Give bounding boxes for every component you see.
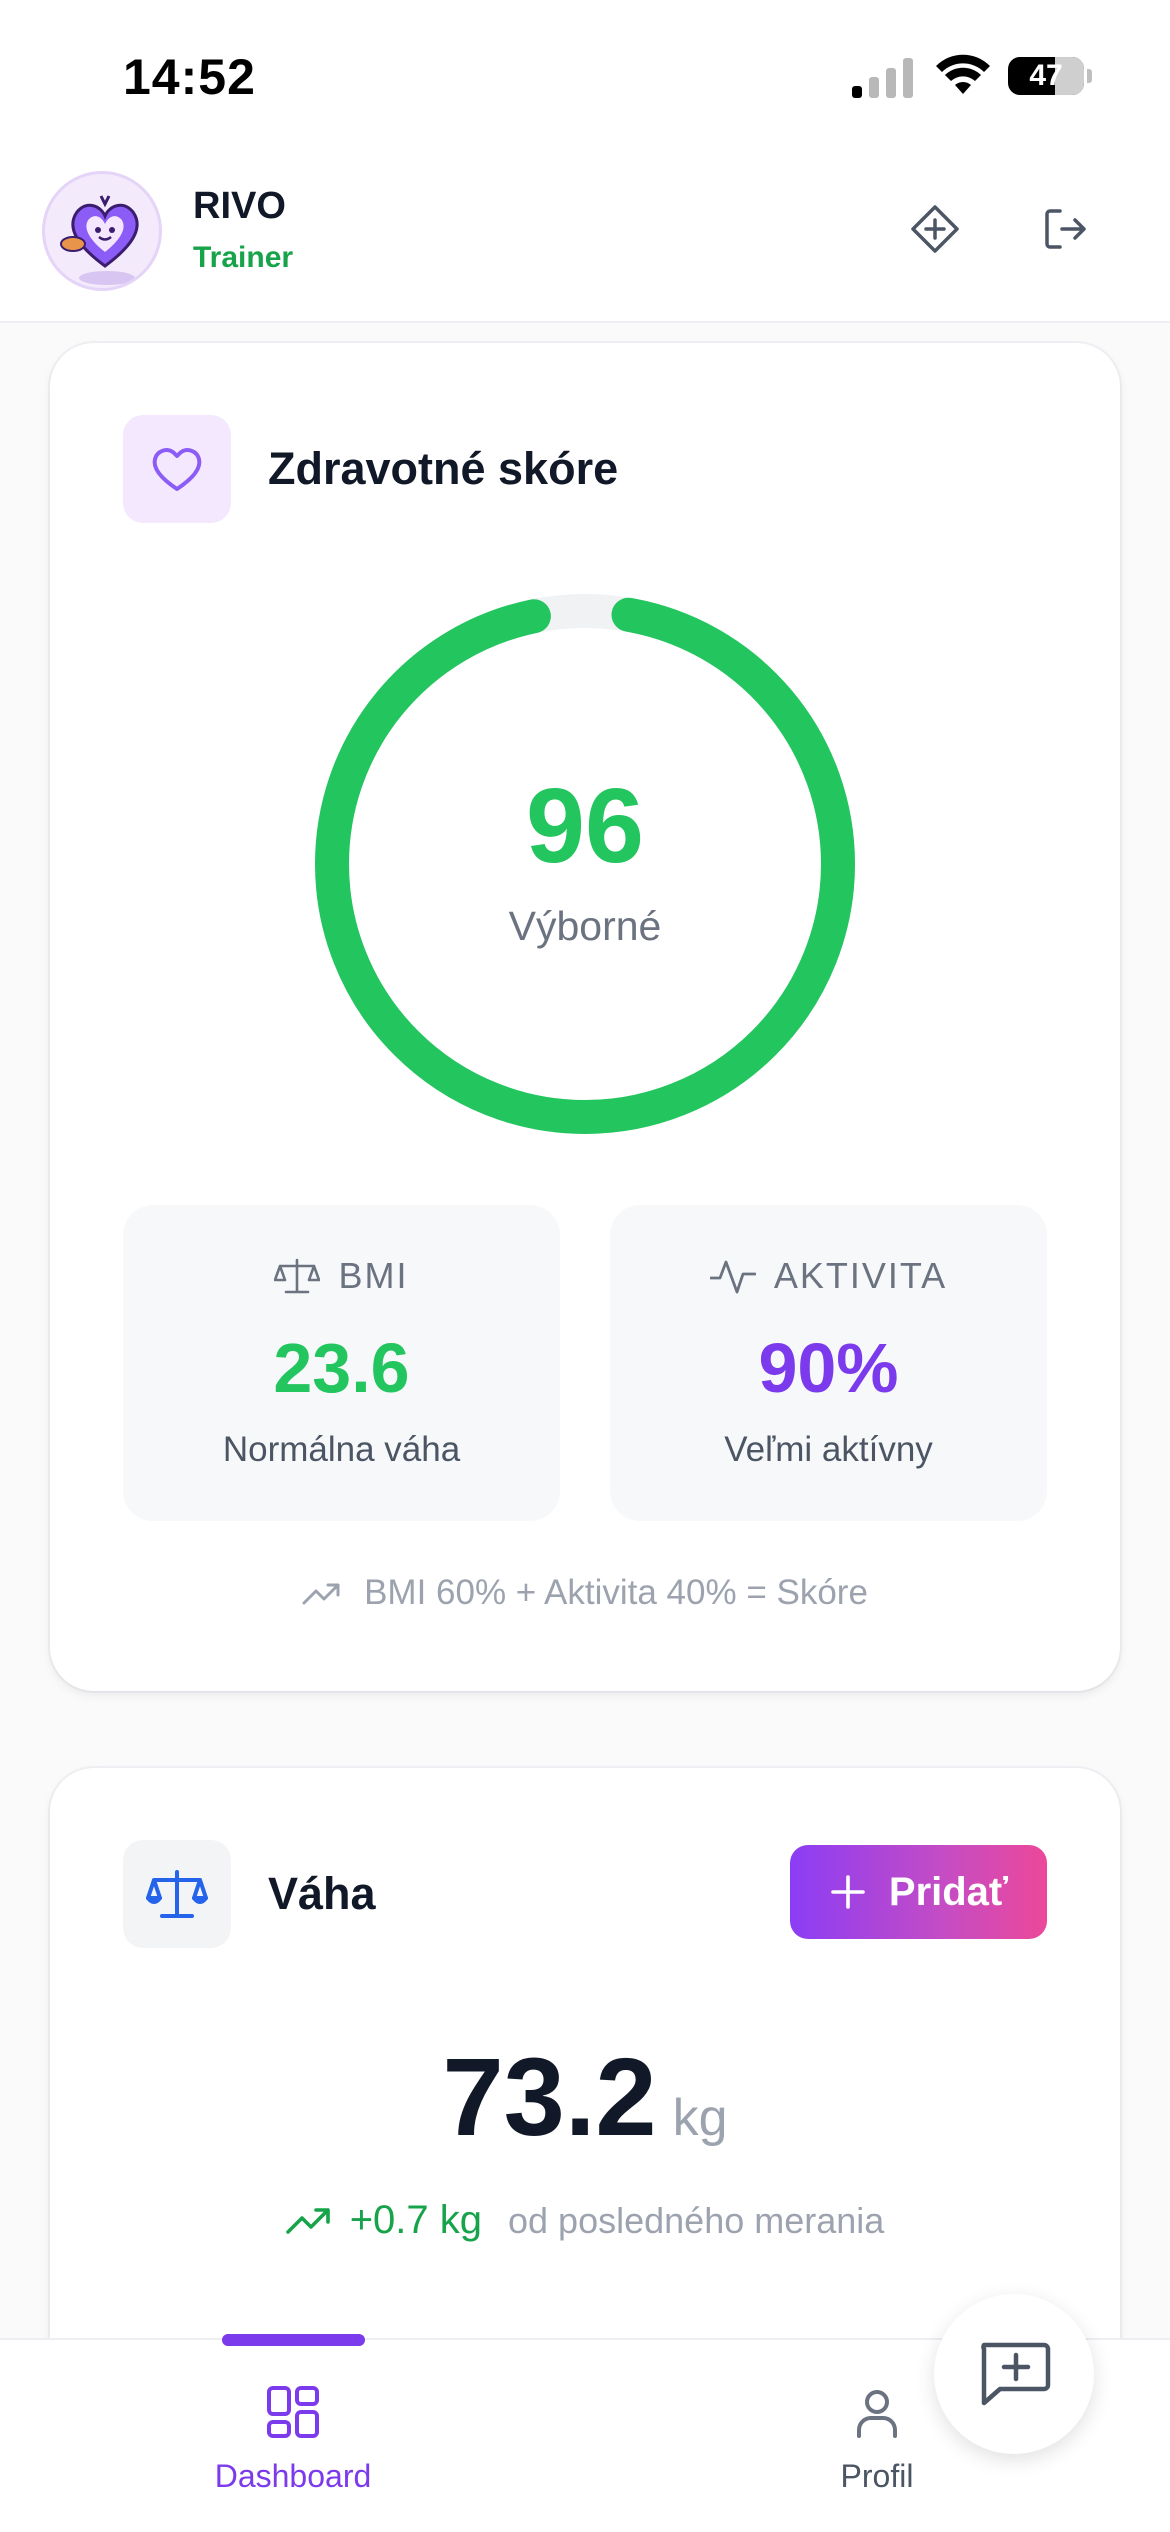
activity-label: AKTIVITA bbox=[773, 1255, 948, 1296]
bmi-label: BMI bbox=[338, 1255, 409, 1296]
activity-box: AKTIVITA 90% Veľmi aktívny bbox=[610, 1205, 1047, 1521]
message-plus-icon bbox=[981, 2342, 1051, 2406]
battery-icon: 47 bbox=[1008, 57, 1084, 95]
trending-up-icon bbox=[285, 2207, 330, 2234]
bmi-note: Normálna váha bbox=[222, 1430, 461, 1469]
logout-button[interactable] bbox=[1034, 197, 1098, 261]
score-value: 96 bbox=[526, 767, 644, 885]
active-tab-indicator bbox=[222, 2334, 365, 2346]
user-icon bbox=[857, 2390, 897, 2438]
scale-icon bbox=[146, 1870, 208, 1918]
add-weight-button[interactable]: Pridať bbox=[790, 1845, 1047, 1939]
nav-dashboard[interactable]: Dashboard bbox=[183, 2380, 403, 2495]
scale-icon bbox=[274, 1258, 321, 1294]
new-message-button[interactable] bbox=[934, 2294, 1094, 2454]
mascot-icon bbox=[60, 195, 139, 285]
bmi-box: BMI 23.6 Normálna váha bbox=[123, 1205, 560, 1521]
score-formula: BMI 60% + Aktivita 40% = Skóre bbox=[50, 1573, 1120, 1613]
heart-icon bbox=[152, 448, 202, 491]
status-time: 14:52 bbox=[123, 49, 256, 105]
weight-icon-box bbox=[123, 1840, 231, 1948]
weight-value: 73.2 bbox=[442, 2036, 657, 2159]
formula-text: BMI 60% + Aktivita 40% = Skóre bbox=[364, 1573, 868, 1612]
status-bar: 14:52 47 bbox=[0, 0, 1170, 145]
logout-icon bbox=[1045, 209, 1086, 249]
plus-icon bbox=[831, 1875, 865, 1909]
diamond-plus-icon bbox=[911, 205, 959, 253]
wifi-icon bbox=[936, 54, 990, 94]
cellular-signal-icon bbox=[852, 58, 913, 98]
weight-change: +0.7 kg od posledného merania bbox=[50, 2198, 1120, 2243]
nav-dashboard-label: Dashboard bbox=[214, 2458, 372, 2494]
activity-icon bbox=[709, 1260, 756, 1294]
heart-icon-box bbox=[123, 415, 231, 523]
weight-unit: kg bbox=[672, 2089, 728, 2147]
app-header: RIVO Trainer bbox=[0, 145, 1170, 323]
dashboard-icon bbox=[267, 2386, 319, 2438]
activity-value: 90% bbox=[758, 1329, 899, 1407]
trending-up-icon bbox=[302, 1583, 340, 1605]
activity-note: Veľmi aktívny bbox=[724, 1430, 933, 1469]
score-label: Výborné bbox=[508, 903, 662, 949]
weight-display: 73.2 kg bbox=[50, 2043, 1120, 2153]
weight-title: Váha bbox=[268, 1868, 376, 1919]
health-score-title: Zdravotné skóre bbox=[268, 443, 619, 494]
add-weight-label: Pridať bbox=[888, 1869, 1009, 1914]
user-role: Trainer bbox=[193, 241, 294, 274]
user-name: RIVO bbox=[193, 185, 286, 227]
battery-level: 47 bbox=[1029, 59, 1063, 92]
weight-change-note: od posledného merania bbox=[508, 2199, 885, 2241]
health-score-card: Zdravotné skóre 96 Výborné BMI 23.6 Norm… bbox=[50, 343, 1120, 1691]
weight-change-value: +0.7 kg bbox=[349, 2198, 483, 2242]
diamond-plus-button[interactable] bbox=[903, 197, 967, 261]
bmi-value: 23.6 bbox=[273, 1329, 410, 1407]
nav-profile-label: Profil bbox=[840, 2458, 914, 2494]
avatar[interactable] bbox=[42, 171, 162, 291]
